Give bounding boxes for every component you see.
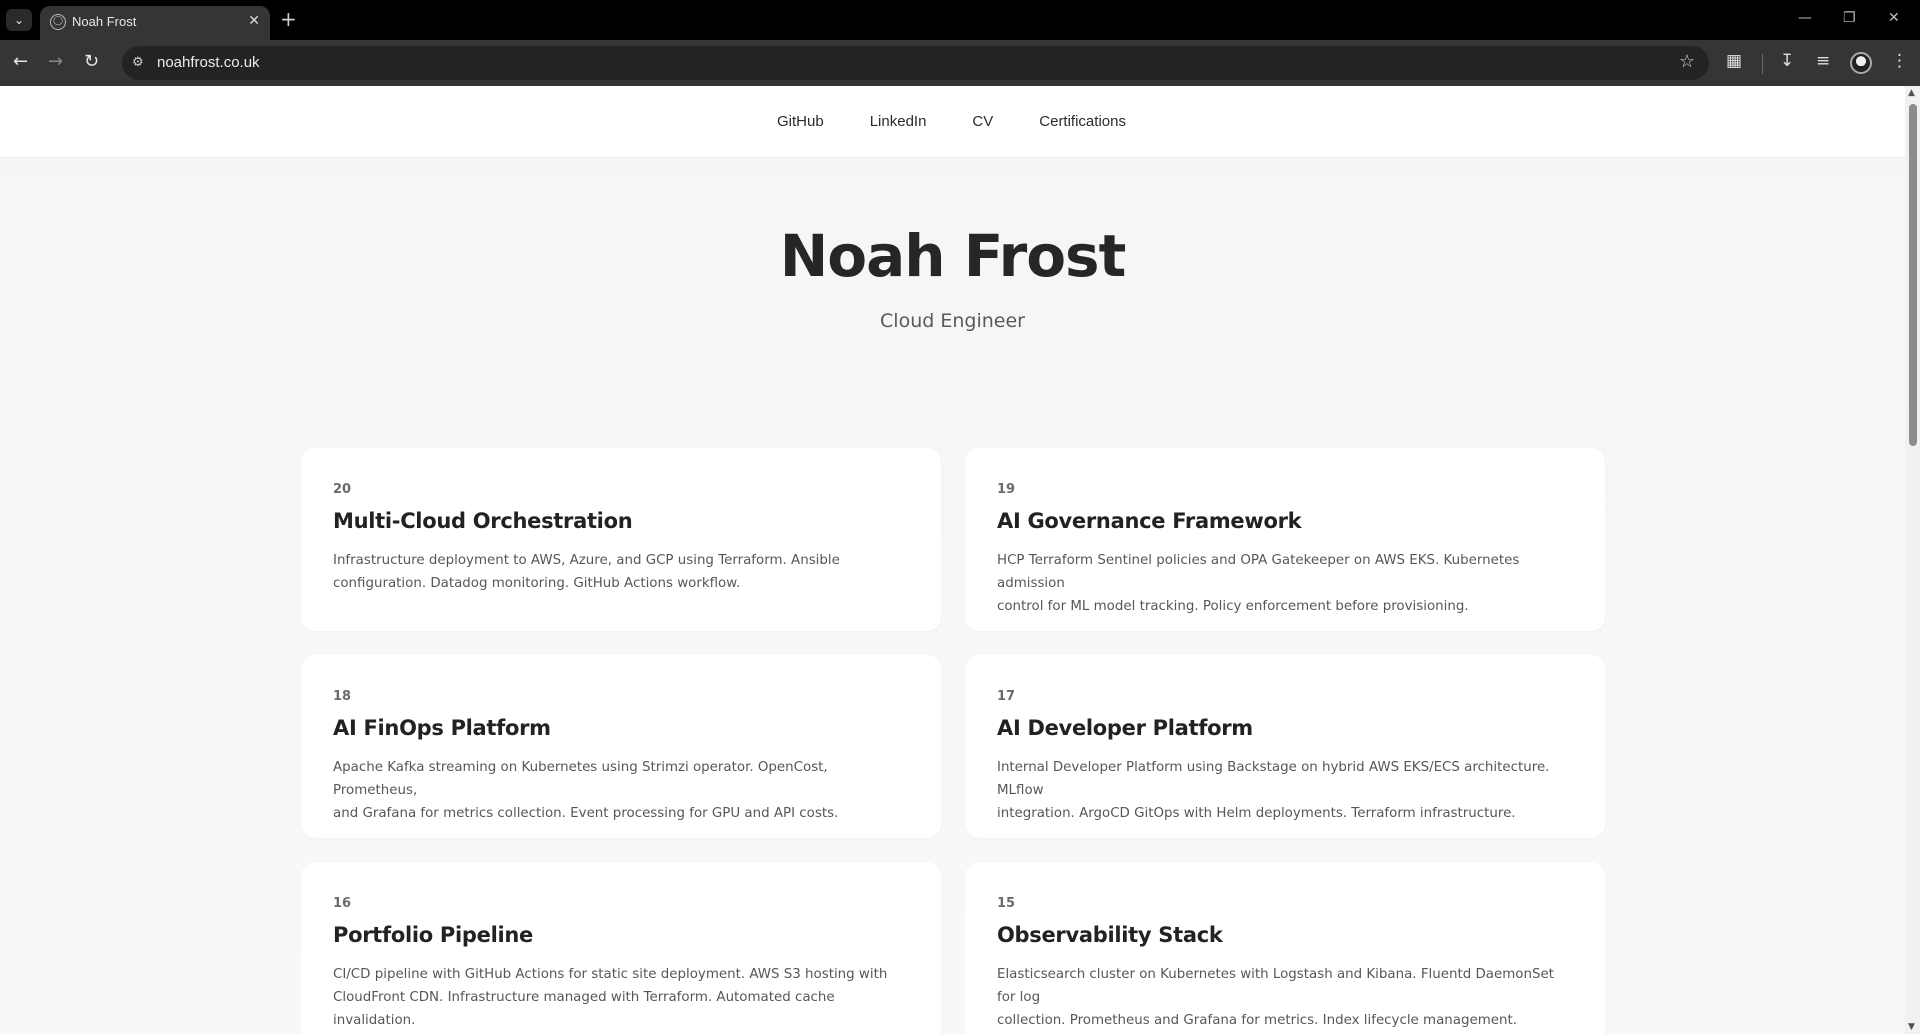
project-description: Elasticsearch cluster on Kubernetes with… — [997, 963, 1573, 1032]
description-line: HCP Terraform Sentinel policies and OPA … — [997, 553, 1520, 591]
address-bar[interactable]: ⚙ noahfrost.co.uk ☆ — [122, 46, 1709, 80]
description-line: configuration. Datadog monitoring. GitHu… — [333, 576, 741, 591]
project-card[interactable]: 20 Multi-Cloud Orchestration Infrastruct… — [301, 448, 941, 631]
project-description: Infrastructure deployment to AWS, Azure,… — [333, 549, 909, 595]
project-grid: 20 Multi-Cloud Orchestration Infrastruct… — [301, 448, 1605, 1034]
project-title: AI FinOps Platform — [333, 716, 551, 740]
description-line: CI/CD pipeline with GitHub Actions for s… — [333, 967, 888, 982]
description-line: control for ML model tracking. Policy en… — [997, 599, 1469, 614]
project-card[interactable]: 16 Portfolio Pipeline CI/CD pipeline wit… — [301, 862, 941, 1034]
project-card[interactable]: 15 Observability Stack Elasticsearch clu… — [965, 862, 1605, 1034]
page-title: Noah Frost — [779, 222, 1127, 290]
scroll-down-icon[interactable]: ▼ — [1908, 1022, 1915, 1032]
nav-link-certifications[interactable]: Certifications — [1039, 113, 1126, 130]
description-line: Elasticsearch cluster on Kubernetes with… — [997, 967, 1554, 1005]
project-number: 20 — [333, 482, 352, 497]
nav-link-cv[interactable]: CV — [972, 113, 993, 130]
tune-icon[interactable]: ⚙ — [132, 55, 144, 70]
browser-tab[interactable]: ◯ Noah Frost ✕ — [40, 6, 270, 40]
project-number: 17 — [997, 689, 1016, 704]
description-line: integration. ArgoCD GitOps with Helm dep… — [997, 806, 1516, 821]
project-title: Portfolio Pipeline — [333, 923, 533, 947]
arrow-left-icon[interactable]: ← — [13, 52, 28, 72]
page-subtitle: Cloud Engineer — [880, 310, 1025, 332]
project-number: 18 — [333, 689, 352, 704]
media-list-icon[interactable]: ≡ — [1816, 51, 1830, 71]
browser-tab-bar: ⌄ ◯ Noah Frost ✕ + — ❐ ✕ — [0, 0, 1920, 40]
scroll-up-icon[interactable]: ▲ — [1908, 88, 1915, 98]
description-line: Infrastructure deployment to AWS, Azure,… — [333, 553, 840, 568]
description-line: Internal Developer Platform using Backst… — [997, 760, 1550, 798]
page-scrollbar[interactable]: ▲ ▼ — [1905, 86, 1920, 1034]
description-line: and Grafana for metrics collection. Even… — [333, 806, 839, 821]
project-title: Observability Stack — [997, 923, 1223, 947]
project-number: 19 — [997, 482, 1016, 497]
close-icon[interactable]: ✕ — [248, 13, 260, 29]
description-line: Apache Kafka streaming on Kubernetes usi… — [333, 760, 828, 798]
tab-title: Noah Frost — [72, 14, 137, 29]
project-card[interactable]: 18 AI FinOps Platform Apache Kafka strea… — [301, 655, 941, 838]
globe-icon: ◯ — [50, 14, 66, 30]
nav-link-linkedin[interactable]: LinkedIn — [870, 113, 927, 130]
nav-link-github[interactable]: GitHub — [777, 113, 824, 130]
project-description: CI/CD pipeline with GitHub Actions for s… — [333, 963, 909, 1032]
url-text[interactable]: noahfrost.co.uk — [157, 54, 260, 71]
arrow-right-icon[interactable]: → — [48, 52, 63, 72]
project-description: Internal Developer Platform using Backst… — [997, 756, 1573, 825]
download-icon[interactable]: ↧ — [1780, 51, 1794, 71]
project-description: HCP Terraform Sentinel policies and OPA … — [997, 549, 1573, 618]
project-description: Apache Kafka streaming on Kubernetes usi… — [333, 756, 909, 825]
project-title: AI Developer Platform — [997, 716, 1253, 740]
project-card[interactable]: 19 AI Governance Framework HCP Terraform… — [965, 448, 1605, 631]
project-card[interactable]: 17 AI Developer Platform Internal Develo… — [965, 655, 1605, 838]
star-icon[interactable]: ☆ — [1679, 51, 1695, 72]
description-line: collection. Prometheus and Grafana for m… — [997, 1013, 1517, 1028]
minimize-icon[interactable]: — — [1798, 10, 1812, 26]
scrollbar-thumb[interactable] — [1909, 104, 1917, 446]
project-title: AI Governance Framework — [997, 509, 1302, 533]
more-vertical-icon[interactable]: ⋮ — [1891, 51, 1908, 71]
toolbar-separator — [1762, 54, 1763, 74]
window-close-icon[interactable]: ✕ — [1888, 10, 1900, 26]
project-number: 16 — [333, 896, 352, 911]
site-nav: GitHub LinkedIn CV Certifications — [0, 86, 1905, 158]
puzzle-icon[interactable]: ▦ — [1726, 51, 1742, 71]
browser-toolbar: ← → ↻ ⚙ noahfrost.co.uk ☆ ▦ ↧ ≡ ⋮ — [0, 40, 1920, 86]
page-viewport: GitHub LinkedIn CV Certifications Noah F… — [0, 86, 1905, 1034]
description-line: CloudFront CDN. Infrastructure managed w… — [333, 990, 835, 1028]
avatar[interactable] — [1850, 52, 1872, 74]
plus-icon[interactable]: + — [280, 9, 297, 29]
restore-icon[interactable]: ❐ — [1843, 10, 1856, 26]
reload-icon[interactable]: ↻ — [84, 52, 99, 72]
project-number: 15 — [997, 896, 1016, 911]
chevron-down-icon[interactable]: ⌄ — [6, 9, 32, 31]
project-title: Multi-Cloud Orchestration — [333, 509, 633, 533]
